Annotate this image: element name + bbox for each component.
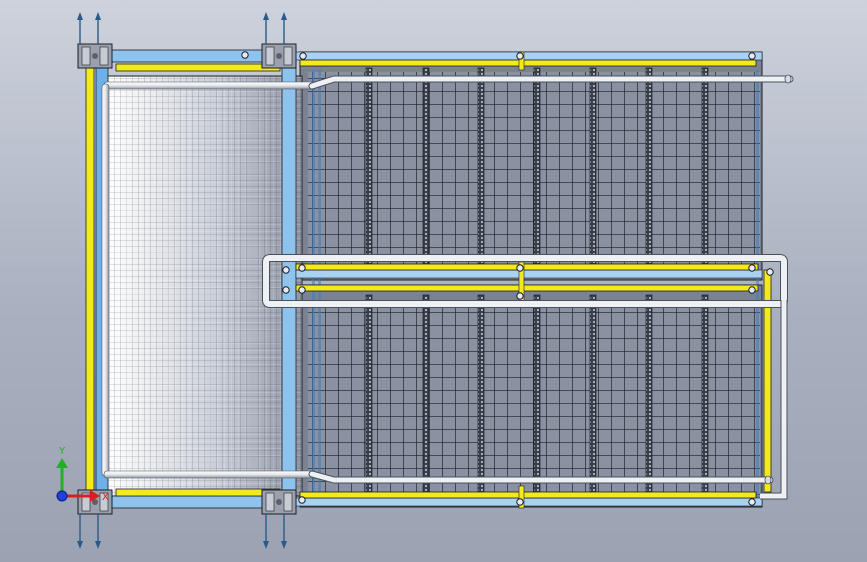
corner-bracket [261, 489, 297, 515]
bolt [748, 264, 756, 272]
pipe-right-drop-core [760, 300, 787, 499]
cad-viewport[interactable]: Y X [0, 0, 867, 562]
anchor-arrow-down [281, 514, 287, 549]
bolt [299, 52, 307, 60]
belt-rail [477, 294, 485, 496]
anchor-arrow-down [263, 514, 269, 549]
triad-x-label: X [102, 492, 109, 503]
belt-rail [477, 67, 485, 269]
bolt [748, 52, 756, 60]
mid-blue-post [281, 47, 297, 511]
bolt [298, 496, 306, 504]
pipe-bottom-left [103, 470, 317, 479]
bottom-right-blue-beam [295, 497, 763, 507]
belt-rail [645, 294, 653, 496]
belt-rail [422, 67, 430, 269]
pipe-end-cap [764, 475, 772, 485]
bolt [298, 264, 306, 272]
top-left-yellow-rail [115, 63, 281, 72]
triad-y-arrowhead [56, 458, 68, 468]
side-stripe [756, 70, 759, 498]
belt-rail [645, 67, 653, 269]
belt-rail [701, 67, 709, 269]
anchor-arrow-down [95, 514, 101, 549]
pipe-left-vertical [101, 83, 110, 477]
bolt [766, 268, 774, 276]
top-right-yellow-rail [299, 59, 757, 67]
bolt [748, 286, 756, 294]
left-mesh-highlight [106, 76, 302, 496]
bolt [298, 286, 306, 294]
belt-rail [701, 294, 709, 496]
anchor-arrow-up [281, 12, 287, 44]
bolt [516, 292, 524, 300]
bottom-left-yellow-rail [115, 488, 281, 497]
belt-rail [422, 294, 430, 496]
anchor-arrow-up [263, 12, 269, 44]
belt-rail [365, 294, 373, 496]
belt-rail [589, 67, 597, 269]
mid-right-yellow-rail-b [295, 284, 759, 292]
anchor-arrow-up [77, 12, 83, 44]
triad-y-label: Y [58, 446, 66, 457]
mid-right-blue-beam [295, 269, 763, 279]
bolt [516, 498, 524, 506]
bolt [241, 51, 249, 59]
bolt [516, 264, 524, 272]
top-right-blue-beam [295, 51, 763, 61]
belt-rail [589, 294, 597, 496]
pipe-top-left [103, 81, 317, 90]
pipe-end-cap [784, 74, 792, 84]
bolt [748, 498, 756, 506]
left-mesh-section[interactable] [105, 75, 303, 497]
belt-rail [365, 67, 373, 269]
side-stripe [318, 70, 321, 498]
bolt [516, 52, 524, 60]
side-stripe [312, 70, 315, 498]
bottom-right-yellow-rail [299, 491, 757, 499]
anchor-arrow-up [95, 12, 101, 44]
corner-bracket [77, 43, 113, 69]
mid-right-yellow-rail-a [295, 263, 759, 271]
bolt [282, 266, 290, 274]
belt-rail [533, 294, 541, 496]
triad-z-origin [56, 490, 68, 502]
corner-bracket [261, 43, 297, 69]
belt-rail [533, 67, 541, 269]
anchor-arrow-down [77, 514, 83, 549]
bolt [282, 286, 290, 294]
left-yellow-rail [85, 47, 95, 511]
pipe-right-drop [760, 300, 788, 500]
